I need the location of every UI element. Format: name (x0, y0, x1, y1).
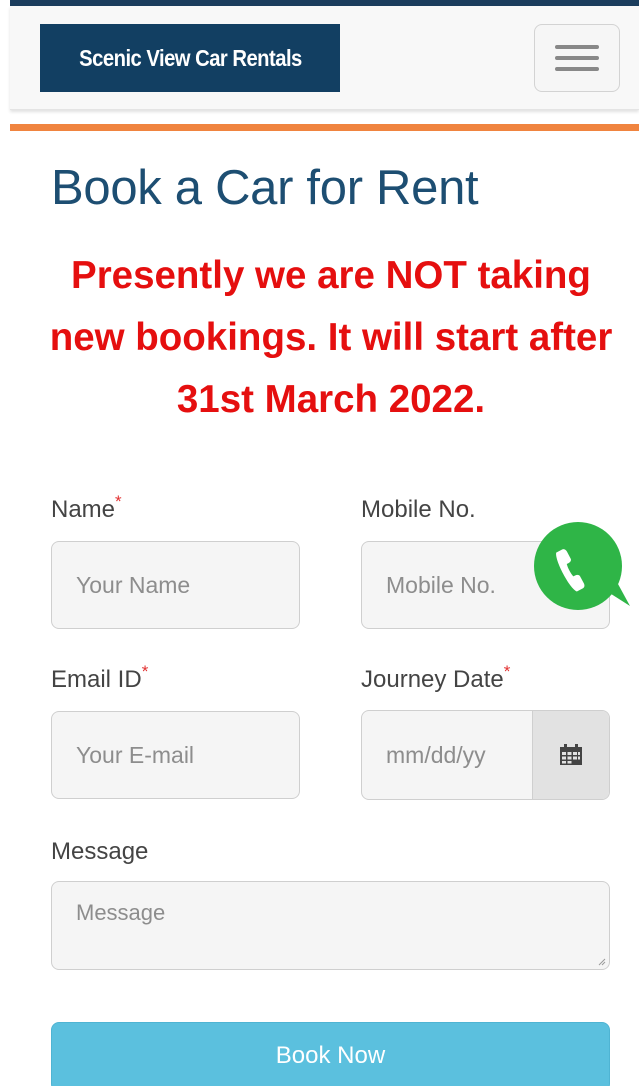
menu-bar (555, 67, 599, 71)
email-label-text: Email ID (51, 666, 142, 693)
calendar-icon[interactable] (532, 711, 609, 799)
journey-date-input[interactable] (362, 711, 532, 799)
brand-name: Scenic View Car Rentals (78, 44, 302, 71)
orange-divider (10, 124, 639, 131)
email-label: Email ID* (51, 662, 148, 694)
required-mark: * (503, 662, 511, 681)
journey-date-group (361, 710, 610, 800)
whatsapp-icon[interactable] (526, 520, 634, 610)
required-mark: * (115, 492, 122, 511)
mobile-label: Mobile No. (361, 496, 476, 524)
message-label: Message (51, 838, 148, 866)
email-input[interactable] (51, 711, 300, 799)
message-textarea[interactable] (51, 881, 610, 970)
resize-handle-icon[interactable] (598, 958, 606, 966)
menu-bar (555, 56, 599, 60)
message-label-text: Message (51, 838, 149, 865)
book-now-button[interactable]: Book Now (51, 1022, 610, 1086)
name-input[interactable] (51, 541, 300, 629)
page-title: Book a Car for Rent (51, 161, 479, 215)
journey-date-label: Journey Date* (361, 662, 510, 694)
name-label: Name* (51, 492, 122, 524)
name-label-text: Name (51, 496, 116, 523)
brand-logo[interactable]: Scenic View Car Rentals (40, 24, 340, 92)
journey-date-label-text: Journey Date (361, 666, 504, 693)
hamburger-menu-icon[interactable] (534, 24, 620, 92)
required-mark: * (141, 662, 149, 681)
menu-bar (555, 45, 599, 49)
mobile-label-text: Mobile No. (361, 496, 476, 523)
booking-notice: Presently we are NOT taking new bookings… (49, 254, 613, 421)
